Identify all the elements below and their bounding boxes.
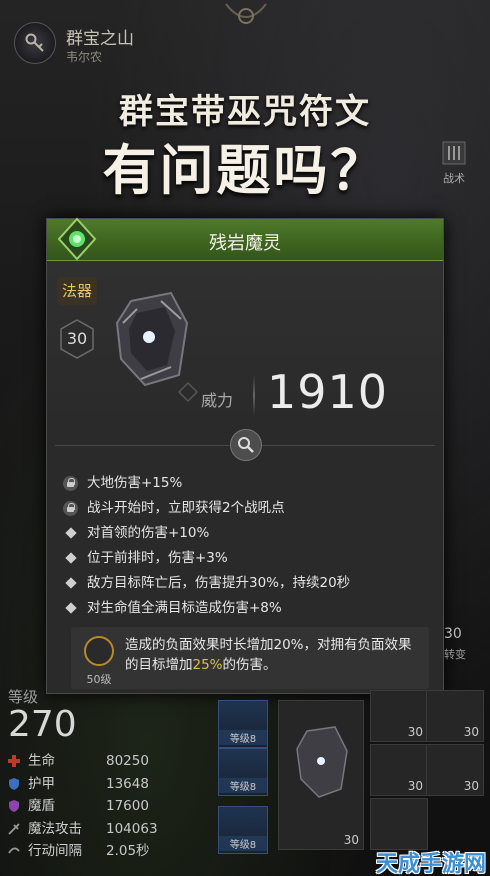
rune-slot-label: 等级8 [219, 778, 267, 793]
cross-icon [8, 755, 20, 767]
top-bar: 群宝之山 韦尔农 [0, 0, 490, 70]
watermark-logo: 天成手游网 [376, 852, 487, 876]
stat-name: 魔盾 [28, 798, 55, 814]
gear-slot[interactable]: 30 [426, 690, 484, 742]
crest-ornament-icon [225, 3, 267, 24]
stat-value: 17600 [106, 798, 149, 814]
gear-slot[interactable]: 30 [426, 744, 484, 796]
stat-row: 魔法攻击 104063 [8, 818, 178, 841]
attribute-text: 大地伤害+15% [87, 475, 183, 491]
stone-spirit-item-icon [296, 726, 348, 798]
attribute-text: 对生命值全满目标造成伤害+8% [87, 600, 282, 616]
speed-icon [8, 847, 20, 854]
magic-attack-icon [8, 822, 20, 835]
shield-icon [9, 777, 19, 790]
weapon-slot-level: 30 [343, 833, 359, 847]
power-divider [253, 375, 255, 415]
crescent-icon [84, 636, 114, 666]
diamond-bullet-icon [65, 577, 77, 589]
set-bonus-highlight: 25% [192, 657, 223, 673]
location-title: 群宝之山 [66, 29, 134, 49]
stat-row: 行动间隔 2.05秒 [8, 840, 178, 863]
tactics-label: 战术 [443, 172, 465, 185]
magic-shield-icon [9, 800, 19, 812]
magnifier-icon [238, 437, 254, 453]
stat-row: 魔盾 17600 [8, 795, 178, 818]
stat-value: 104063 [106, 820, 158, 837]
gear-slot[interactable]: 30 [370, 744, 428, 796]
gear-slot[interactable]: 30 [370, 690, 428, 742]
hero-stats: 生命 80250 护甲 13648 魔盾 17600 魔法攻击 104063 行… [8, 750, 178, 863]
back-button[interactable] [14, 22, 56, 64]
attribute-list: 大地伤害+15% 战斗开始时，立即获得2个战吼点 对首领的伤害+10% 位于前排… [61, 471, 431, 621]
stat-value: 80250 [106, 753, 149, 769]
stat-row: 护甲 13648 [8, 773, 178, 796]
lock-icon [63, 476, 78, 491]
set-bonus-text-part: 的伤害。 [222, 657, 277, 673]
stat-name: 生命 [28, 753, 55, 769]
rune-slot-label: 等级8 [219, 730, 267, 745]
set-bonus-box: 50级 造成的负面效果时长增加20%，对拥有负面效果的目标增加25%的伤害。 [71, 627, 429, 689]
diamond-bullet-icon [65, 527, 77, 539]
popup-header: 残岩魔灵 [47, 217, 443, 261]
stone-spirit-item-icon [115, 291, 189, 387]
inspect-button[interactable] [230, 429, 262, 461]
location-subtitle: 韦尔农 [66, 50, 103, 64]
rune-slot[interactable]: 等级8 [218, 700, 268, 748]
rune-slot[interactable]: 等级8 [218, 748, 268, 796]
tactics-button[interactable]: 战术 [432, 140, 476, 188]
power-label: 威力 [201, 391, 234, 410]
gear-slot-level: 30 [463, 779, 479, 793]
attribute-text: 对首领的伤害+10% [87, 525, 210, 541]
banner-icon [442, 141, 466, 165]
diamond-bullet-icon [65, 602, 77, 614]
attribute-row: 战斗开始时，立即获得2个战吼点 [61, 496, 431, 521]
attribute-row: 对首领的伤害+10% [61, 521, 431, 546]
attribute-text: 战斗开始时，立即获得2个战吼点 [87, 500, 285, 516]
gear-slot-level: 30 [463, 725, 479, 739]
gear-slot-level: 30 [407, 779, 423, 793]
side-text: 转变 [444, 648, 466, 661]
rune-slot[interactable]: 等级8 [218, 806, 268, 854]
attribute-text: 敌方目标阵亡后，伤害提升30%，持续20秒 [87, 575, 351, 591]
item-type-badge: 法器 [57, 277, 97, 305]
attribute-row: 对生命值全满目标造成伤害+8% [61, 596, 431, 621]
attribute-text: 位于前排时，伤害+3% [87, 550, 228, 566]
gear-slot-level: 30 [407, 725, 423, 739]
gear-slot-empty[interactable] [370, 798, 428, 850]
stat-name: 魔法攻击 [28, 820, 82, 837]
attribute-row: 位于前排时，伤害+3% [61, 546, 431, 571]
diamond-bullet-icon [65, 552, 77, 564]
rune-slot-label: 等级8 [219, 836, 267, 851]
lock-icon [63, 501, 78, 516]
side-level: 30 [444, 626, 462, 642]
item-detail-popup: 残岩魔灵 法器 30 威力 1910 大地伤害+15% 战斗开始时，立即获得2个… [46, 217, 444, 694]
hero-level-value: 270 [8, 704, 77, 745]
set-bonus-text: 造成的负面效果时长增加20%，对拥有负面效果的目标增加25%的伤害。 [125, 635, 423, 675]
set-bonus-level: 50级 [86, 673, 112, 686]
stat-value: 13648 [106, 775, 149, 792]
attribute-row: 大地伤害+15% [61, 471, 431, 496]
power-value: 1910 [267, 365, 389, 419]
stat-row: 生命 80250 [8, 750, 178, 773]
headline-line2: 有问题吗？ [102, 139, 388, 202]
item-level: 30 [66, 329, 88, 348]
stat-name: 行动间隔 [28, 843, 82, 859]
power-ornament-icon [177, 381, 199, 403]
stat-name: 护甲 [28, 775, 55, 792]
weapon-slot[interactable]: 30 [278, 700, 364, 850]
attribute-row: 敌方目标阵亡后，伤害提升30%，持续20秒 [61, 571, 431, 596]
key-icon [25, 33, 44, 52]
stat-value: 2.05秒 [106, 843, 150, 859]
item-name: 残岩魔灵 [209, 233, 281, 254]
item-stat-area: 法器 30 威力 1910 [47, 261, 443, 431]
